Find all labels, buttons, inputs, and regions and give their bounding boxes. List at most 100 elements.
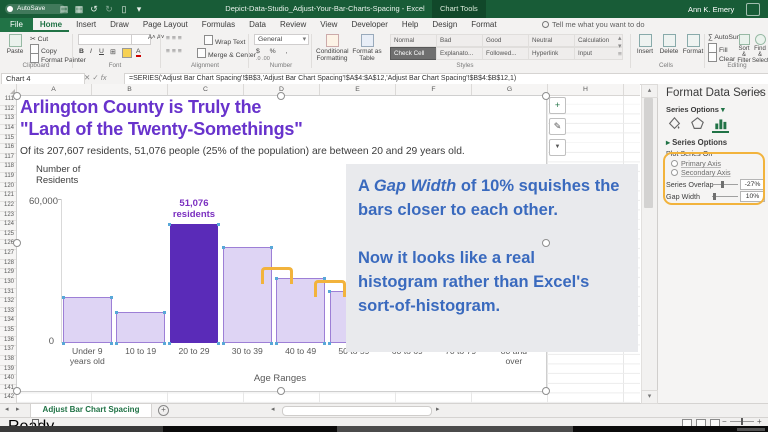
column-header-B[interactable]: B	[92, 84, 168, 95]
ribbon-tab-view[interactable]: View	[313, 18, 344, 32]
ribbon-tab-help[interactable]: Help	[395, 18, 425, 32]
vertical-scroll-thumb[interactable]	[644, 98, 653, 208]
save-icon[interactable]: ▤	[58, 3, 70, 15]
ribbon-tab-insert[interactable]: Insert	[69, 18, 103, 32]
scroll-up-arrow[interactable]: ▴	[641, 84, 658, 98]
chart-resize-handle[interactable]	[13, 387, 21, 395]
number-format-select[interactable]: General ▾	[254, 34, 309, 45]
ribbon-tab-developer[interactable]: Developer	[344, 18, 394, 32]
formula-buttons[interactable]: ✕ ✓ fx	[84, 73, 107, 82]
customize-qat-icon[interactable]: ▾	[133, 3, 145, 15]
horizontal-scroll-thumb[interactable]	[282, 406, 432, 416]
effects-tab[interactable]	[689, 117, 706, 133]
column-header-F[interactable]: F	[396, 84, 472, 95]
cell-style-hyperlink[interactable]: Hyperlink	[528, 47, 577, 60]
cell-style-input[interactable]: Input	[574, 47, 623, 60]
ribbon-tab-review[interactable]: Review	[273, 18, 313, 32]
cell-style-neutral[interactable]: Neutral	[528, 34, 577, 47]
annotation-textbox[interactable]: A Gap Width of 10% squishes the bars clo…	[346, 164, 638, 352]
conditional-formatting-button[interactable]: Conditional Formatting	[316, 34, 349, 62]
column-header-A[interactable]: A	[16, 84, 92, 95]
series-options-tab[interactable]	[712, 117, 729, 133]
cell-style-check-cell[interactable]: Check Cell	[390, 47, 439, 60]
chart-bar-4[interactable]	[223, 247, 272, 343]
ribbon-tab-formulas[interactable]: Formulas	[195, 18, 242, 32]
pane-options-icon[interactable]: ▾	[744, 89, 748, 97]
chart-resize-handle[interactable]	[13, 92, 21, 100]
chart-resize-handle[interactable]	[542, 387, 550, 395]
column-header-C[interactable]: C	[168, 84, 244, 95]
column-header-H[interactable]: H	[548, 84, 624, 95]
column-header-G[interactable]: G	[472, 84, 548, 95]
hscroll-right-arrow[interactable]: ▸	[436, 405, 440, 413]
font-color-button[interactable]: A	[136, 48, 141, 57]
cell-style-normal[interactable]: Normal	[390, 34, 439, 47]
format-as-table-button[interactable]: Format as Table	[352, 34, 382, 62]
chart-styles-button[interactable]: ✎	[549, 118, 566, 135]
zoom-in-button[interactable]: +	[757, 417, 762, 426]
chart-title-line2[interactable]: "Land of the Twenty-Somethings"	[20, 119, 303, 140]
fill-line-tab[interactable]	[666, 116, 683, 133]
x-axis-title[interactable]: Age Ranges	[180, 373, 380, 384]
cells-insert-button[interactable]: Insert	[634, 34, 656, 55]
bold-button[interactable]: B	[79, 48, 84, 55]
fill-color-button[interactable]	[122, 48, 132, 58]
chart-filters-button[interactable]: ▼	[549, 139, 566, 156]
vertical-align-buttons[interactable]: ≡≡≡	[166, 35, 184, 42]
cell-style-followed-[interactable]: Followed...	[482, 47, 531, 60]
chart-title-line1[interactable]: Arlington County is Truly the	[20, 97, 261, 118]
book-icon[interactable]: ▦	[73, 3, 85, 15]
user-name[interactable]: Ann K. Emery	[688, 5, 734, 14]
document-icon[interactable]: ▯	[118, 3, 130, 15]
ribbon-tab-home[interactable]: Home	[33, 18, 69, 32]
chart-subtitle[interactable]: Of its 207,607 residents, 51,076 people …	[20, 146, 465, 157]
cut-button[interactable]: ✂ Cut	[30, 35, 48, 43]
ribbon-tab-format[interactable]: Format	[464, 18, 503, 32]
cell-style-good[interactable]: Good	[482, 34, 531, 47]
hscroll-left-arrow[interactable]: ◂	[271, 405, 275, 413]
cell-style-bad[interactable]: Bad	[436, 34, 485, 47]
chart-resize-handle[interactable]	[13, 239, 21, 247]
redo-icon[interactable]: ↻	[103, 3, 115, 15]
wrap-text-button[interactable]: Wrap Text	[204, 35, 245, 46]
sort-filter-button[interactable]: Sort & Filter	[736, 34, 752, 64]
scroll-down-arrow[interactable]: ▾	[641, 390, 658, 404]
paste-button[interactable]: Paste	[4, 34, 26, 55]
chart-bar-5[interactable]	[276, 278, 325, 343]
chart-resize-handle[interactable]	[277, 92, 285, 100]
cells-format-button[interactable]: Format	[682, 34, 704, 55]
cell-style-calculation[interactable]: Calculation	[574, 34, 623, 47]
ribbon-tab-design[interactable]: Design	[425, 18, 464, 32]
gallery-scroll-buttons[interactable]: ▴ ▾ ≡	[618, 35, 622, 59]
y-axis-title[interactable]: Number of Residents	[36, 164, 80, 186]
find-select-button[interactable]: Find & Select	[752, 34, 768, 64]
chart-elements-button[interactable]: +	[549, 97, 566, 114]
prev-sheet-arrow[interactable]: ◂	[5, 405, 9, 413]
pane-close-icon[interactable]: ✕	[756, 88, 763, 97]
ribbon-tab-draw[interactable]: Draw	[103, 18, 136, 32]
grow-shrink-font-buttons[interactable]: A˄ A˅	[148, 35, 164, 41]
chart-bar-3[interactable]	[169, 224, 219, 343]
chart-resize-handle[interactable]	[542, 239, 550, 247]
cells-delete-button[interactable]: Delete	[658, 34, 680, 55]
ribbon-tab-file[interactable]: File	[0, 18, 33, 32]
italic-button[interactable]: I	[90, 48, 92, 55]
next-sheet-arrow[interactable]: ▸	[16, 405, 20, 413]
chart-resize-handle[interactable]	[277, 387, 285, 395]
ribbon-tab-page-layout[interactable]: Page Layout	[136, 18, 195, 32]
font-name-box[interactable]	[78, 34, 133, 45]
ribbon-tab-data[interactable]: Data	[242, 18, 273, 32]
undo-icon[interactable]: ↺	[88, 3, 100, 15]
number-format-buttons[interactable]: $ % ,	[256, 48, 292, 55]
zoom-out-button[interactable]: −	[722, 417, 727, 426]
autosave-toggle[interactable]: AutoSave	[5, 4, 65, 14]
tell-me-search[interactable]: Tell me what you want to do	[542, 20, 645, 29]
zoom-slider-thumb[interactable]	[741, 418, 743, 425]
borders-button[interactable]: ⊞	[110, 48, 116, 56]
series-options-dropdown[interactable]: Series Options ▾	[666, 105, 725, 114]
underline-button[interactable]: U	[99, 48, 104, 55]
account-icon[interactable]	[746, 3, 760, 16]
chart-bar-1[interactable]	[63, 297, 112, 343]
new-sheet-button[interactable]: +	[158, 405, 169, 416]
cell-style-explanato-[interactable]: Explanato...	[436, 47, 485, 60]
